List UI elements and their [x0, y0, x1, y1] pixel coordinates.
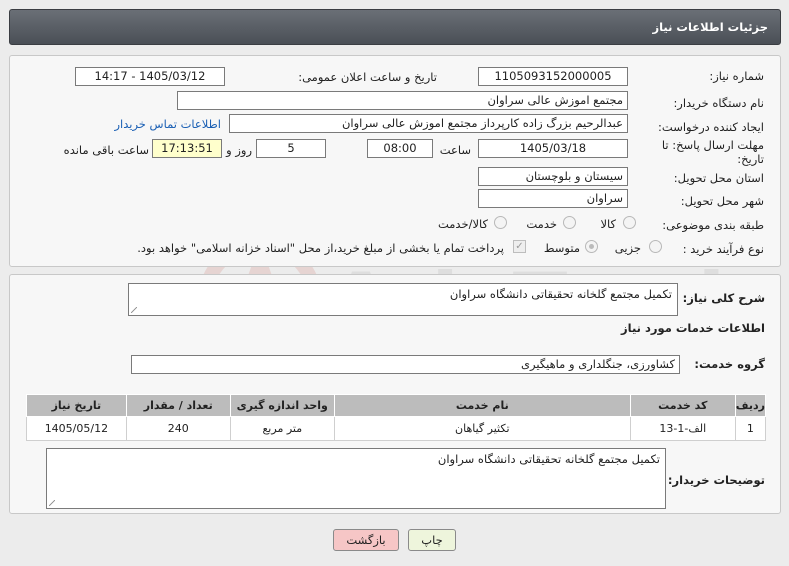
category-radio-goods[interactable]: [623, 216, 636, 229]
category-radio-goods-service[interactable]: [494, 216, 507, 229]
page-title: جزئیات اطلاعات نیاز: [652, 20, 768, 34]
province-field: سیستان و بلوچستان: [478, 167, 628, 186]
service-group-field: کشاورزی، جنگلداری و ماهیگیری: [131, 355, 680, 374]
process-radio-medium[interactable]: [585, 240, 598, 253]
services-table-header: ردیف کد خدمت نام خدمت واحد اندازه گیری ت…: [26, 394, 767, 417]
col-service-code: کد خدمت: [629, 394, 736, 417]
process-type-label: نوع فرآیند خرید :: [682, 242, 764, 256]
process-option-minor: جزیی: [614, 241, 641, 255]
announce-date-field: 1405/03/12 - 14:17: [75, 67, 225, 86]
services-section-title: اطلاعات خدمات مورد نیاز: [621, 321, 765, 335]
category-radio-service[interactable]: [563, 216, 576, 229]
col-quantity: تعداد / مقدار: [125, 394, 231, 417]
province-label: استان محل تحویل:: [673, 171, 764, 185]
cell-service-code: الف-1-13: [629, 416, 736, 441]
deadline-time-label: ساعت: [439, 143, 471, 157]
buyer-notes-textarea[interactable]: تکمیل مجتمع گلخانه تحقیقاتی دانشگاه سراو…: [46, 448, 666, 509]
print-button[interactable]: چاپ: [408, 529, 456, 551]
buyer-notes-text: تکمیل مجتمع گلخانه تحقیقاتی دانشگاه سراو…: [437, 452, 660, 466]
summary-label: شرح کلی نیاز:: [682, 291, 765, 305]
cell-unit: متر مربع: [229, 416, 335, 441]
treasury-payment-checkbox[interactable]: ✓: [513, 240, 526, 253]
services-table: ردیف کد خدمت نام خدمت واحد اندازه گیری ت…: [26, 394, 767, 441]
buyer-org-field: مجتمع اموزش عالی سراوان: [177, 91, 628, 110]
page-header: جزئیات اطلاعات نیاز: [9, 9, 781, 45]
deadline-time-field: 08:00: [367, 139, 433, 158]
deadline-label: مهلت ارسال پاسخ: تا تاریخ:: [661, 138, 764, 166]
col-row: ردیف: [734, 394, 767, 417]
resize-grip-icon[interactable]: [49, 500, 55, 506]
days-label: روز و: [226, 143, 252, 157]
category-option-service: خدمت: [526, 217, 557, 231]
category-option-goods: کالا: [600, 217, 616, 231]
cell-quantity: 240: [125, 416, 231, 441]
creator-label: ایجاد کننده درخواست:: [658, 120, 764, 134]
deadline-date-field: 1405/03/18: [478, 139, 628, 158]
city-label: شهر محل تحویل:: [680, 194, 764, 208]
buyer-notes-label: توضیحات خریدار:: [667, 473, 765, 487]
creator-field: عبدالرحیم بزرگ زاده کارپرداز مجتمع اموزش…: [229, 114, 628, 133]
process-option-medium: متوسط: [543, 241, 580, 255]
summary-text: تکمیل مجتمع گلخانه تحقیقاتی دانشگاه سراو…: [449, 287, 672, 301]
service-group-label: گروه خدمت:: [694, 357, 765, 371]
buyer-contact-link[interactable]: اطلاعات تماس خریدار: [114, 117, 221, 131]
treasury-payment-note: پرداخت تمام یا بخشی از مبلغ خرید،از محل …: [137, 241, 504, 255]
summary-textarea[interactable]: تکمیل مجتمع گلخانه تحقیقاتی دانشگاه سراو…: [128, 283, 678, 316]
resize-grip-icon[interactable]: [131, 307, 137, 313]
col-need-date: تاریخ نیاز: [26, 394, 127, 417]
city-field: سراوان: [478, 189, 628, 208]
col-unit: واحد اندازه گیری: [229, 394, 335, 417]
back-button[interactable]: بازگشت: [333, 529, 399, 551]
process-radio-minor[interactable]: [649, 240, 662, 253]
days-remaining-field: 5: [256, 139, 326, 158]
category-label: طبقه بندی موضوعی:: [662, 218, 764, 232]
category-option-goods-service: کالا/خدمت: [437, 217, 488, 231]
need-number-field: 1105093152000005: [478, 67, 628, 86]
remaining-time-label: ساعت باقی مانده: [63, 143, 149, 157]
cell-row: 1: [734, 416, 767, 441]
remaining-time-field: 17:13:51: [152, 139, 222, 158]
announce-date-label: تاریخ و ساعت اعلان عمومی:: [298, 70, 437, 84]
col-service-name: نام خدمت: [333, 394, 631, 417]
need-number-label: شماره نیاز:: [709, 69, 764, 83]
table-row: 1 الف-1-13 تکثیر گیاهان متر مربع 240 140…: [26, 416, 767, 441]
cell-service-name: تکثیر گیاهان: [333, 416, 631, 441]
cell-need-date: 1405/05/12: [26, 416, 127, 441]
buyer-org-label: نام دستگاه خریدار:: [673, 96, 764, 110]
